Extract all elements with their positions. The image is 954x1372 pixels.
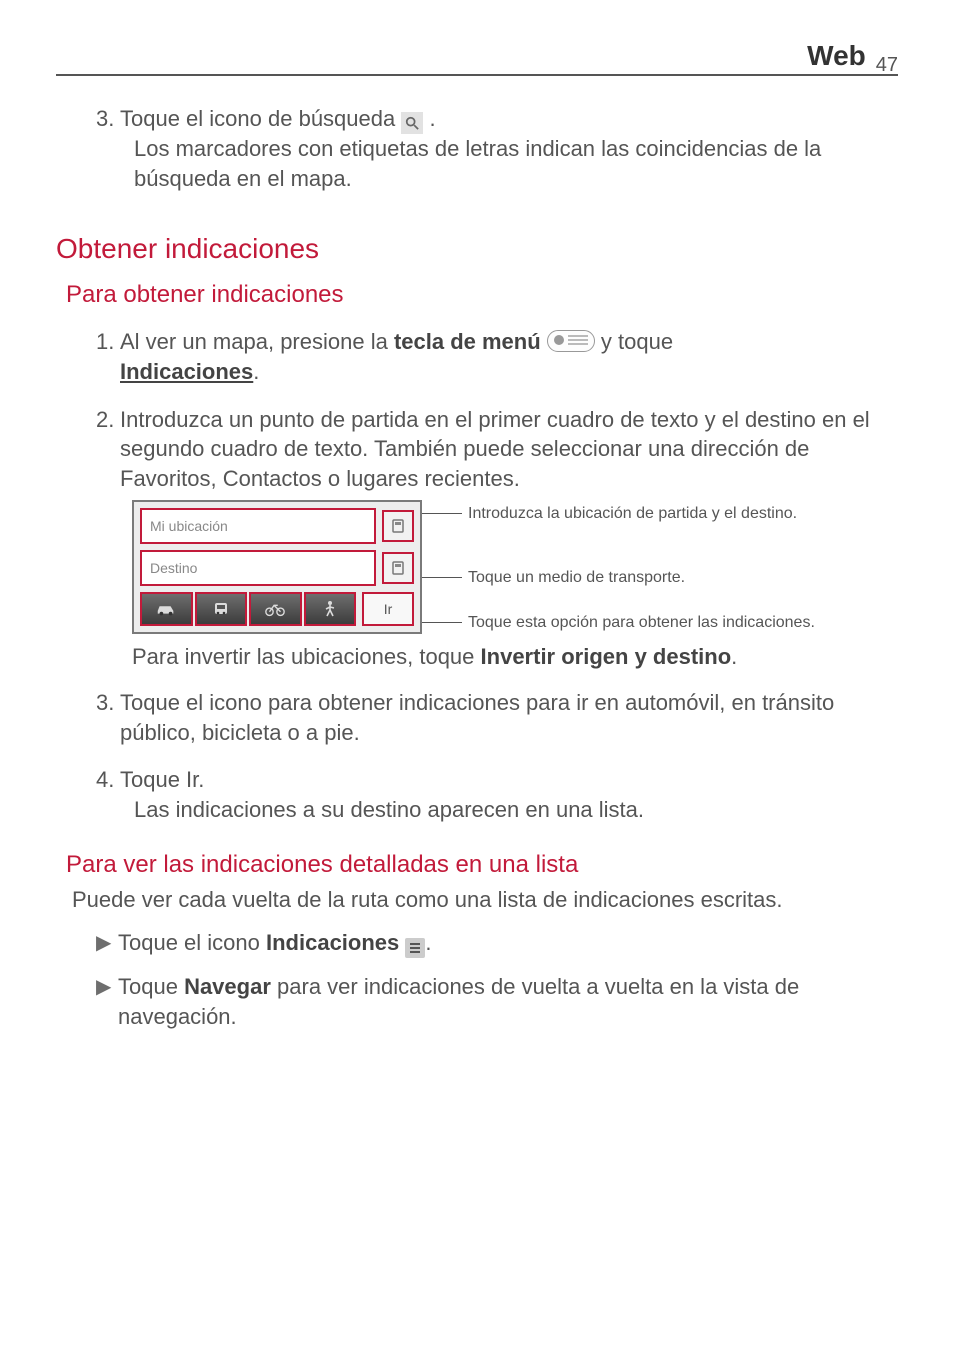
menu-key-icon: [547, 330, 595, 352]
list-item: 1. Al ver un mapa, presione la tecla de …: [96, 327, 898, 386]
text-bold-underline: Indicaciones: [120, 359, 253, 384]
text: Toque: [118, 974, 184, 999]
directions-widget: Mi ubicación Destino: [132, 500, 898, 634]
mode-transit[interactable]: [195, 592, 248, 626]
bullet-content: Toque el icono Indicaciones .: [118, 928, 898, 958]
go-label: Ir: [384, 601, 393, 617]
header-title: Web: [807, 40, 866, 72]
bullet-item: ▶ Toque Navegar para ver indicaciones de…: [96, 972, 898, 1031]
text: Toque el icono de búsqueda: [120, 106, 401, 131]
text: .: [425, 930, 431, 955]
callout: Introduzca la ubicación de partida y el …: [422, 504, 898, 523]
text: Toque Ir.: [120, 767, 204, 792]
subsection-heading: Para ver las indicaciones detalladas en …: [66, 851, 898, 879]
mode-bike[interactable]: [249, 592, 302, 626]
callout-text: Toque un medio de transporte.: [468, 568, 685, 587]
step-content: Toque Ir. Las indicaciones a su destino …: [120, 765, 898, 824]
callout-line: [422, 513, 462, 514]
text: .: [731, 644, 737, 669]
document-page: Web 47 3. Toque el icono de búsqueda . L…: [0, 0, 954, 1372]
text-bold: Indicaciones: [266, 930, 405, 955]
step-content: Toque el icono de búsqueda . Los marcado…: [120, 104, 898, 193]
input-row: Mi ubicación: [140, 508, 414, 544]
text-bold: Invertir origen y destino: [481, 644, 732, 669]
text: Al ver un mapa, presione la: [120, 329, 394, 354]
step-content: Toque el icono para obtener indicaciones…: [120, 688, 898, 747]
go-button[interactable]: Ir: [362, 592, 414, 626]
callout-line: [422, 577, 462, 578]
paragraph: Puede ver cada vuelta de la ruta como un…: [72, 885, 898, 915]
step-number: 3.: [96, 104, 120, 193]
page-number: 47: [876, 54, 898, 77]
directions-box: Mi ubicación Destino: [132, 500, 422, 634]
list-item: 3. Toque el icono para obtener indicacio…: [96, 688, 898, 747]
bullet-marker: ▶: [96, 972, 118, 1031]
bullet-content: Toque Navegar para ver indicaciones de v…: [118, 972, 898, 1031]
transport-modes: [140, 592, 356, 626]
text: Toque el icono: [118, 930, 266, 955]
callout-text: Toque esta opción para obtener las indic…: [468, 613, 815, 632]
input-row: Destino: [140, 550, 414, 586]
destination-input[interactable]: Destino: [140, 550, 376, 586]
input-placeholder: Destino: [150, 560, 197, 576]
bullet-marker: ▶: [96, 928, 118, 958]
step-content: Al ver un mapa, presione la tecla de men…: [120, 327, 898, 386]
contacts-button[interactable]: [382, 552, 414, 584]
step-number: 3.: [96, 688, 120, 747]
bullet-item: ▶ Toque el icono Indicaciones .: [96, 928, 898, 958]
contacts-button[interactable]: [382, 510, 414, 542]
step-number: 1.: [96, 327, 120, 386]
section-heading: Obtener indicaciones: [56, 233, 898, 265]
mode-walk[interactable]: [304, 592, 357, 626]
text: Toque el icono para obtener indicaciones…: [120, 690, 834, 745]
text: Las indicaciones a su destino aparecen e…: [134, 795, 898, 825]
page-header: Web 47: [56, 40, 898, 76]
text: y toque: [601, 329, 673, 354]
post-widget-note: Para invertir las ubicaciones, toque Inv…: [132, 644, 898, 670]
list-icon: [405, 938, 425, 958]
search-icon: [401, 112, 423, 134]
step-number: 2.: [96, 405, 120, 494]
step-number: 4.: [96, 765, 120, 824]
list-item: 3. Toque el icono de búsqueda . Los marc…: [96, 104, 898, 193]
callout-line: [422, 622, 462, 623]
callouts: Introduzca la ubicación de partida y el …: [422, 500, 898, 634]
list-item: 2. Introduzca un punto de partida en el …: [96, 405, 898, 494]
step-content: Introduzca un punto de partida en el pri…: [120, 405, 898, 494]
text: Para invertir las ubicaciones, toque: [132, 644, 481, 669]
input-placeholder: Mi ubicación: [150, 518, 228, 534]
text: .: [253, 359, 259, 384]
origin-input[interactable]: Mi ubicación: [140, 508, 376, 544]
text-bold: Navegar: [184, 974, 271, 999]
transport-row: Ir: [140, 592, 414, 626]
callout: Toque esta opción para obtener las indic…: [422, 613, 898, 632]
text: Los marcadores con etiquetas de letras i…: [134, 134, 898, 193]
mode-car[interactable]: [140, 592, 193, 626]
subsection-heading: Para obtener indicaciones: [66, 281, 898, 309]
text-bold: tecla de menú: [394, 329, 547, 354]
text: Introduzca un punto de partida en el pri…: [120, 407, 870, 491]
callout: Toque un medio de transporte.: [422, 568, 898, 587]
list-item: 4. Toque Ir. Las indicaciones a su desti…: [96, 765, 898, 824]
text: .: [429, 106, 435, 131]
callout-text: Introduzca la ubicación de partida y el …: [468, 504, 797, 523]
